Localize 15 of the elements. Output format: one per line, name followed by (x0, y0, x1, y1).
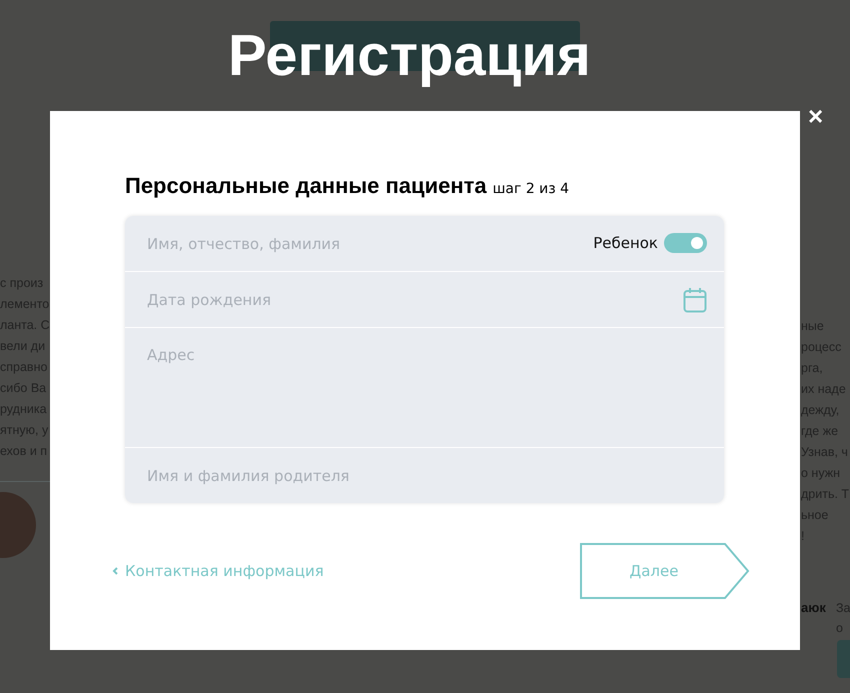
calendar-icon[interactable] (683, 287, 707, 313)
close-button[interactable]: × (808, 104, 824, 128)
chevron-left-icon (112, 567, 118, 575)
page-title: Регистрация (228, 24, 591, 88)
step-indicator: шаг 2 из 4 (492, 181, 570, 197)
toggle-switch[interactable] (664, 233, 707, 253)
background-text: ! (801, 528, 806, 545)
next-button[interactable]: Далее (580, 543, 750, 599)
toggle-label: Ребенок (593, 234, 658, 252)
address-field[interactable]: Адрес (125, 328, 724, 447)
back-link[interactable]: Контактная информация (112, 562, 324, 580)
reviewer-name: аюк (801, 600, 826, 615)
text-field[interactable]: Имя и фамилия родителя (125, 448, 724, 503)
form-heading: Персональные данные пациента (125, 173, 487, 199)
date-field[interactable]: Дата рождения (125, 272, 724, 327)
